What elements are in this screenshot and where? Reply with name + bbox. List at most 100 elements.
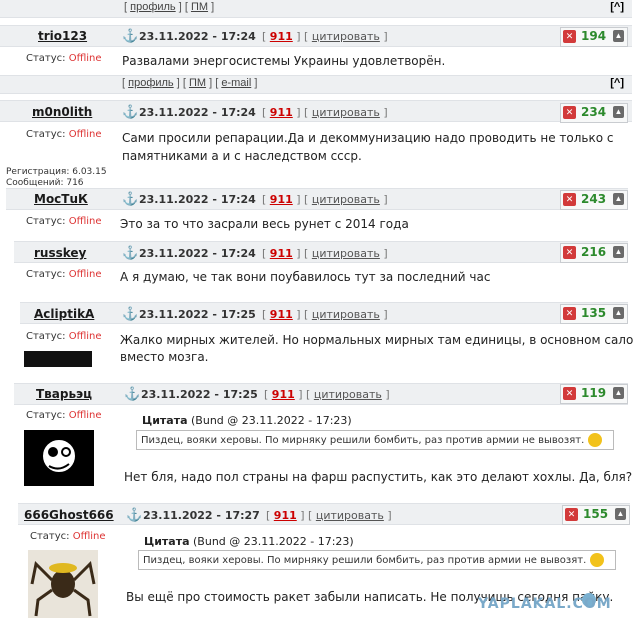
scroll-top-button[interactable]: [^] xyxy=(610,77,624,89)
status-value: Offline xyxy=(72,531,106,542)
post-author[interactable]: russkey xyxy=(34,246,86,260)
post-date: 23.11.2022 - 17:24 xyxy=(139,106,256,119)
post-date: 23.11.2022 - 17:25 xyxy=(139,308,256,321)
quote-link[interactable]: цитировать xyxy=(314,388,382,401)
post-author[interactable]: trio123 xyxy=(38,29,87,43)
pm-link[interactable]: ПМ xyxy=(189,77,206,89)
post-date: 23.11.2022 - 17:24 xyxy=(139,30,256,43)
rating-widget: ✕ 216 ▲ xyxy=(560,243,628,263)
scroll-top-button[interactable]: [^] xyxy=(610,1,624,13)
quote-link[interactable]: цитировать xyxy=(312,30,380,43)
anchor-icon[interactable]: ⚓ xyxy=(126,507,142,523)
thumb-down-icon[interactable]: ✕ xyxy=(565,508,578,521)
post-date: 23.11.2022 - 17:25 xyxy=(141,388,258,401)
rating-widget: ✕ 119 ▲ xyxy=(560,384,628,404)
post-number[interactable]: 911 xyxy=(270,247,293,260)
quote-text: Пиздец, вояки херовы. По мирняку решили … xyxy=(143,555,587,566)
thumb-up-icon[interactable]: ▲ xyxy=(615,508,626,520)
email-link[interactable]: e-mail xyxy=(221,77,251,89)
post-date: 23.11.2022 - 17:24 xyxy=(139,193,256,206)
post-meta: [ 911 ] [ цитировать ] xyxy=(262,193,388,206)
thumb-down-icon[interactable]: ✕ xyxy=(563,246,576,259)
profile-link[interactable]: профиль xyxy=(128,77,174,89)
status-value: Offline xyxy=(68,129,102,140)
user-status: Статус: Offline xyxy=(26,129,102,140)
thumb-up-icon[interactable]: ▲ xyxy=(613,387,624,399)
post-author[interactable]: МосТuК xyxy=(34,192,88,206)
smiley-icon xyxy=(590,553,605,567)
anchor-icon[interactable]: ⚓ xyxy=(122,306,138,322)
registration-date: Регистрация: 6.03.15 xyxy=(6,167,107,177)
status-label: Статус: xyxy=(26,129,66,140)
user-status: Статус: Offline xyxy=(26,410,102,421)
rating-score: 119 xyxy=(581,386,607,400)
quote-link[interactable]: цитировать xyxy=(312,247,380,260)
thumb-down-icon[interactable]: ✕ xyxy=(563,106,576,119)
post-author[interactable]: m0n0lith xyxy=(32,105,92,119)
quote-link[interactable]: цитировать xyxy=(312,308,380,321)
quote-label: Цитата xyxy=(144,535,190,548)
rating-score: 243 xyxy=(581,192,607,206)
rating-widget: ✕ 234 ▲ xyxy=(560,103,628,123)
post-meta: [ 911 ] [ цитировать ] xyxy=(262,106,388,119)
status-label: Статус: xyxy=(30,531,70,542)
thumb-up-icon[interactable]: ▲ xyxy=(613,307,624,319)
status-value: Offline xyxy=(68,216,102,227)
post-text: вместо мозга. xyxy=(120,350,209,364)
profile-link[interactable]: профиль xyxy=(130,1,176,13)
thumb-down-icon[interactable]: ✕ xyxy=(563,307,576,320)
thumb-up-icon[interactable]: ▲ xyxy=(613,193,624,205)
quote-link[interactable]: цитировать xyxy=(312,193,380,206)
rating-widget: ✕ 194 ▲ xyxy=(560,27,628,47)
post-author[interactable]: Тварьэц xyxy=(36,387,92,401)
user-status: Статус: Offline xyxy=(26,216,102,227)
post-date: 23.11.2022 - 17:27 xyxy=(143,509,260,522)
thumb-up-icon[interactable]: ▲ xyxy=(613,106,624,118)
profile-links: [ профиль ] [ ПМ ] xyxy=(124,1,215,13)
post-number[interactable]: 911 xyxy=(274,509,297,522)
anchor-icon[interactable]: ⚓ xyxy=(122,104,138,120)
post-number[interactable]: 911 xyxy=(270,308,293,321)
rating-score: 155 xyxy=(583,507,609,521)
quote-link[interactable]: цитировать xyxy=(312,106,380,119)
post-number[interactable]: 911 xyxy=(272,388,295,401)
anchor-icon[interactable]: ⚓ xyxy=(122,28,138,44)
pm-link[interactable]: ПМ xyxy=(191,1,208,13)
post-meta: [ 911 ] [ цитировать ] xyxy=(264,388,390,401)
quote-header: Цитата (Bund @ 23.11.2022 - 17:23) xyxy=(144,535,354,548)
site-watermark: YAPLAKAL.COM xyxy=(478,596,612,612)
post-meta: [ 911 ] [ цитировать ] xyxy=(262,30,388,43)
thumb-up-icon[interactable]: ▲ xyxy=(613,30,624,42)
rating-score: 135 xyxy=(581,306,607,320)
status-value: Offline xyxy=(68,53,102,64)
avatar xyxy=(28,550,98,618)
post-number[interactable]: 911 xyxy=(270,106,293,119)
quote-text: Пиздец, вояки херовы. По мирняку решили … xyxy=(141,435,585,446)
anchor-icon[interactable]: ⚓ xyxy=(124,386,140,402)
post-author[interactable]: AcliptikA xyxy=(34,307,94,321)
post-meta: [ 911 ] [ цитировать ] xyxy=(266,509,392,522)
rating-widget: ✕ 243 ▲ xyxy=(560,190,628,210)
quote-source: (Bund @ 23.11.2022 - 17:23) xyxy=(193,535,354,548)
status-value: Offline xyxy=(68,410,102,421)
thumb-down-icon[interactable]: ✕ xyxy=(563,30,576,43)
anchor-icon[interactable]: ⚓ xyxy=(122,191,138,207)
post-author[interactable]: 666Ghost666 xyxy=(24,508,114,522)
anchor-icon[interactable]: ⚓ xyxy=(122,245,138,261)
status-label: Статус: xyxy=(26,216,66,227)
post-text: Нет бля, надо пол страны на фарш распуст… xyxy=(124,470,633,484)
quote-link[interactable]: цитировать xyxy=(316,509,384,522)
status-label: Статус: xyxy=(26,331,66,342)
post-text: А я думаю, че так вони поубавилось тут з… xyxy=(120,270,491,284)
post-number[interactable]: 911 xyxy=(270,193,293,206)
thumb-up-icon[interactable]: ▲ xyxy=(613,246,624,258)
thumb-down-icon[interactable]: ✕ xyxy=(563,193,576,206)
thumb-down-icon[interactable]: ✕ xyxy=(563,387,576,400)
post-meta: [ 911 ] [ цитировать ] xyxy=(262,247,388,260)
rating-widget: ✕ 135 ▲ xyxy=(560,304,628,324)
top-link-bar: [ профиль ] [ ПМ ] [^] xyxy=(0,0,632,18)
rating-score: 234 xyxy=(581,105,607,119)
avatar xyxy=(24,351,92,367)
post-number[interactable]: 911 xyxy=(270,30,293,43)
user-status: Статус: Offline xyxy=(26,331,102,342)
